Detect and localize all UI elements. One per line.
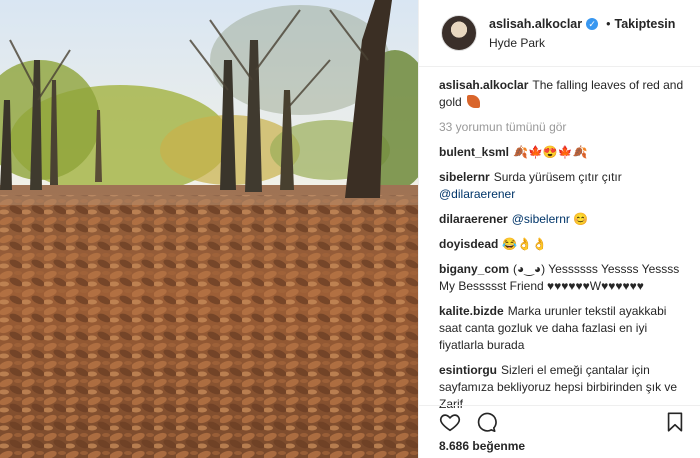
comment-text: 😊 xyxy=(573,212,589,226)
autumn-park-image xyxy=(0,0,418,458)
avatar[interactable] xyxy=(441,15,477,51)
post-header: aslisah.alkoclar ✓ • Takiptesin Hyde Par… xyxy=(419,0,700,67)
following-button[interactable]: Takiptesin xyxy=(615,17,676,31)
likes-count[interactable]: 8.686 beğenme xyxy=(439,439,686,453)
location-link[interactable]: Hyde Park xyxy=(489,36,675,50)
verified-badge-icon: ✓ xyxy=(586,17,599,30)
comment-username[interactable]: bulent_ksml xyxy=(439,145,509,159)
comment-username[interactable]: sibelernr xyxy=(439,170,490,184)
caption-username[interactable]: aslisah.alkoclar xyxy=(439,78,528,92)
comment-text: Surda yürüsem çıtır çıtır xyxy=(493,170,622,184)
comment-item: doyisdead 😂👌👌 xyxy=(439,236,684,253)
comment-item: dilaraerener @sibelernr 😊 xyxy=(439,211,684,228)
comment-text: 🍂🍁😍🍁🍂 xyxy=(513,145,588,159)
fallen-leaf-emoji-icon xyxy=(467,95,481,108)
post-sidebar: aslisah.alkoclar ✓ • Takiptesin Hyde Par… xyxy=(418,0,700,458)
comment-username[interactable]: bigany_com xyxy=(439,262,509,276)
post-author-username[interactable]: aslisah.alkoclar xyxy=(489,17,582,31)
post-actions: 8.686 beğenme xyxy=(419,405,700,458)
comment-text: 😂👌👌 xyxy=(502,237,548,251)
comments-section: aslisah.alkoclar The falling leaves of re… xyxy=(419,67,700,413)
comment-item: bulent_ksml 🍂🍁😍🍁🍂 xyxy=(439,144,684,161)
comment-item: bigany_com (◕‿◕) Yessssss Yessss Yessss M… xyxy=(439,261,684,295)
separator-dot: • xyxy=(606,16,611,31)
comment-mention[interactable]: @sibelernr xyxy=(512,212,570,226)
comment-username[interactable]: doyisdead xyxy=(439,237,498,251)
caption: aslisah.alkoclar The falling leaves of re… xyxy=(439,77,684,111)
bookmark-icon[interactable] xyxy=(664,411,686,433)
comment-username[interactable]: dilaraerener xyxy=(439,212,508,226)
comment-username[interactable]: kalite.bizde xyxy=(439,304,504,318)
post-photo[interactable] xyxy=(0,0,418,458)
heart-icon[interactable] xyxy=(439,411,461,433)
comment-item: sibelernr Surda yürüsem çıtır çıtır @dila… xyxy=(439,169,684,203)
comment-mention[interactable]: @dilaraerener xyxy=(439,187,515,201)
comment-username[interactable]: esintiorgu xyxy=(439,363,497,377)
view-all-comments-link[interactable]: 33 yorumun tümünü gör xyxy=(439,119,684,136)
comment-icon[interactable] xyxy=(475,411,497,433)
instagram-post: aslisah.alkoclar ✓ • Takiptesin Hyde Par… xyxy=(0,0,700,458)
comment-item: kalite.bizde Marka urunler tekstil ayakka… xyxy=(439,303,684,354)
